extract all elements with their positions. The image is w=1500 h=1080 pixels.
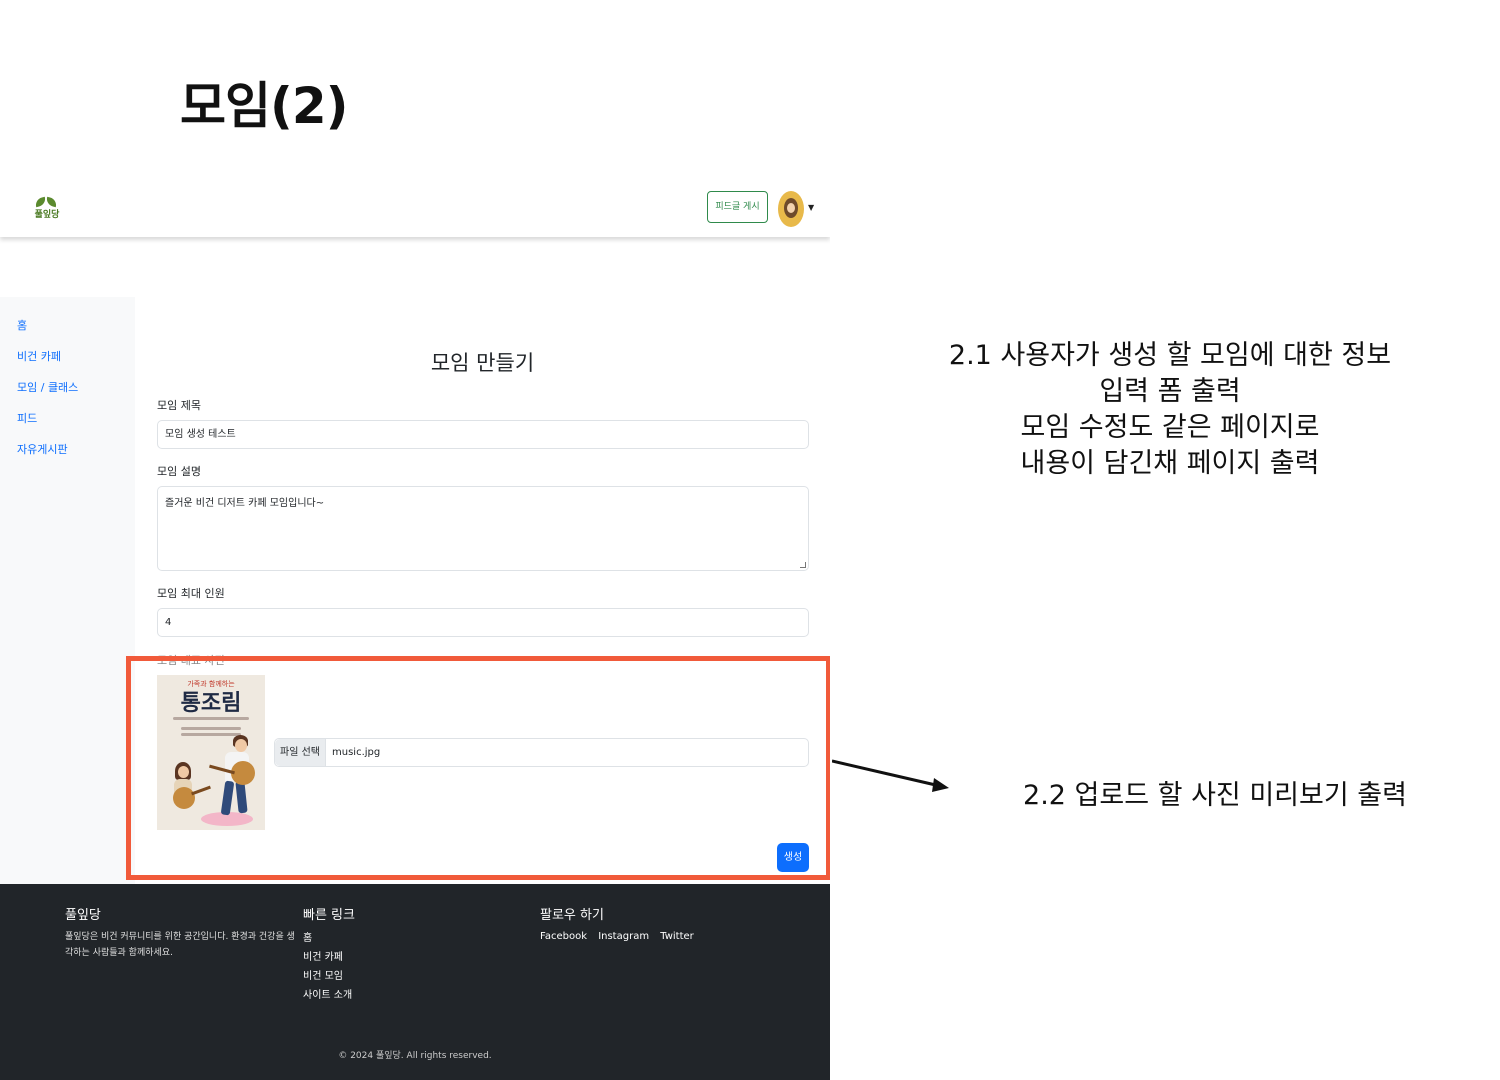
sidebar-item-meetup-class[interactable]: 모임 / 클래스 [17, 372, 135, 403]
logo-text: 풀잎당 [34, 210, 60, 220]
footer-link-vegan-meetup[interactable]: 비건 모임 [303, 967, 352, 986]
footer-link-vegan-cafe[interactable]: 비건 카페 [303, 948, 352, 967]
meetup-desc-label: 모임 설명 [157, 465, 201, 478]
footer-brand: 풀잎당 [65, 908, 101, 923]
resize-handle-icon[interactable] [800, 562, 806, 568]
footer-quick-links-title: 빠른 링크 [303, 908, 355, 923]
meetup-desc-textarea[interactable]: 즐거운 비건 디저트 카페 모임입니다~ [157, 486, 809, 571]
footer-copyright: © 2024 풀잎당. All rights reserved. [338, 1051, 492, 1061]
footer-follow-title: 팔로우 하기 [540, 908, 604, 923]
leaf-icon [34, 196, 47, 208]
footer-description: 풀잎당은 비건 커뮤니티를 위한 공간입니다. 환경과 건강을 생각하는 사람들… [65, 932, 295, 958]
form-title: 모임 만들기 [430, 351, 535, 375]
highlight-box [126, 656, 830, 880]
meetup-title-label: 모임 제목 [157, 399, 201, 412]
meetup-max-label: 모임 최대 인원 [157, 587, 225, 600]
footer-link-twitter[interactable]: Twitter [660, 931, 694, 942]
feed-post-button[interactable]: 피드글 게시 [707, 191, 768, 223]
footer: 풀잎당 풀잎당은 비건 커뮤니티를 위한 공간입니다. 환경과 건강을 생각하는… [0, 884, 830, 1080]
sidebar-item-home[interactable]: 홈 [17, 310, 135, 341]
footer-link-facebook[interactable]: Facebook [540, 931, 587, 942]
annotation-preview: 2.2 업로드 할 사진 미리보기 출력 [1023, 780, 1407, 811]
leaf-icon [45, 196, 58, 208]
meetup-title-input[interactable]: 모임 생성 테스트 [157, 420, 809, 449]
site-logo[interactable]: 풀잎당 [32, 196, 62, 224]
annotation-line: 내용이 담긴채 페이지 출력 [1020, 448, 1320, 479]
avatar-face-icon [784, 198, 798, 218]
meetup-max-input[interactable]: 4 [157, 608, 809, 637]
slide-title: 모임(2) [180, 77, 348, 135]
sidebar-item-feed[interactable]: 피드 [17, 403, 135, 434]
meetup-desc-value: 즐거운 비건 디저트 카페 모임입니다~ [165, 498, 325, 509]
avatar[interactable] [778, 191, 804, 227]
footer-social-links: Facebook Instagram Twitter [540, 931, 702, 942]
navbar: 풀잎당 피드글 게시 ▼ [0, 182, 830, 237]
annotation-form: 2.1 사용자가 생성 할 모임에 대한 정보 입력 폼 출력 모임 수정도 같… [920, 338, 1420, 482]
sidebar-item-free-board[interactable]: 자유게시판 [17, 434, 135, 465]
arrow-icon [832, 759, 949, 792]
sidebar: 홈 비건 카페 모임 / 클래스 피드 자유게시판 [0, 297, 135, 884]
footer-quick-links: 홈 비건 카페 비건 모임 사이트 소개 [303, 929, 352, 1005]
caret-down-icon[interactable]: ▼ [808, 203, 814, 212]
footer-link-about[interactable]: 사이트 소개 [303, 986, 352, 1005]
footer-link-instagram[interactable]: Instagram [598, 931, 649, 942]
sidebar-item-vegan-cafe[interactable]: 비건 카페 [17, 341, 135, 372]
annotation-line: 입력 폼 출력 [1099, 376, 1241, 407]
app-screenshot: 풀잎당 피드글 게시 ▼ 홈 비건 카페 모임 / 클래스 피드 자유게시판 모… [0, 182, 830, 1080]
annotation-line: 2.1 사용자가 생성 할 모임에 대한 정보 [948, 340, 1392, 371]
footer-link-home[interactable]: 홈 [303, 929, 352, 948]
annotation-line: 모임 수정도 같은 페이지로 [1020, 412, 1320, 443]
